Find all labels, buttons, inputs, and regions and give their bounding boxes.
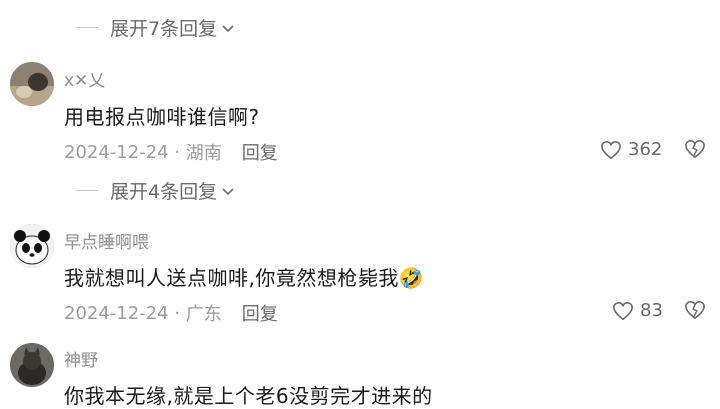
expand-divider: [76, 190, 98, 191]
avatar[interactable]: [10, 62, 54, 106]
comment-meta: 2024-12-24 · 广东 回复: [64, 300, 278, 326]
dislike-button[interactable]: [684, 139, 706, 159]
heart-icon: [613, 301, 633, 320]
dislike-button[interactable]: [684, 300, 706, 320]
chevron-down-icon: [221, 184, 235, 198]
reply-button[interactable]: 回复: [242, 139, 278, 165]
comment-location: 广东: [185, 304, 222, 325]
chevron-down-icon: [221, 21, 235, 35]
comment-date: 2024-12-24: [64, 302, 169, 324]
meta-separator: ·: [168, 302, 186, 324]
expand-divider: [76, 27, 98, 28]
like-button[interactable]: 362: [600, 139, 662, 160]
expand-replies-label: 展开4条回复: [110, 181, 218, 203]
broken-heart-icon: [685, 139, 705, 159]
comment-location: 湖南: [185, 143, 222, 164]
comment-text: 用电报点咖啡谁信啊?: [64, 105, 260, 129]
expand-replies-label: 展开7条回复: [110, 18, 218, 40]
comment-text: 我就想叫人送点咖啡,你竟然想枪毙我🤣: [64, 262, 424, 291]
heart-icon: [601, 140, 621, 159]
comment-username[interactable]: x✕乂: [64, 66, 105, 91]
expand-replies-4[interactable]: 展开4条回复: [76, 177, 235, 204]
like-count: 362: [628, 139, 663, 160]
avatar[interactable]: [10, 343, 54, 387]
avatar[interactable]: [10, 224, 54, 268]
comment-date: 2024-12-24: [64, 141, 169, 163]
reply-button[interactable]: 回复: [242, 300, 278, 326]
broken-heart-icon: [685, 300, 705, 320]
comment-text-body: 我就想叫人送点咖啡,你竟然想枪毙我: [64, 266, 399, 290]
comment-meta: 2024-12-24 · 湖南 回复: [64, 139, 278, 165]
like-button[interactable]: 83: [612, 300, 663, 321]
comment-username[interactable]: 神野: [64, 346, 98, 371]
like-count: 83: [640, 300, 663, 321]
meta-separator: ·: [168, 141, 186, 163]
comment-username[interactable]: 早点睡啊喂: [64, 228, 149, 253]
expand-replies-7[interactable]: 展开7条回复: [76, 14, 235, 41]
emoji-laughing: 🤣: [398, 266, 425, 290]
